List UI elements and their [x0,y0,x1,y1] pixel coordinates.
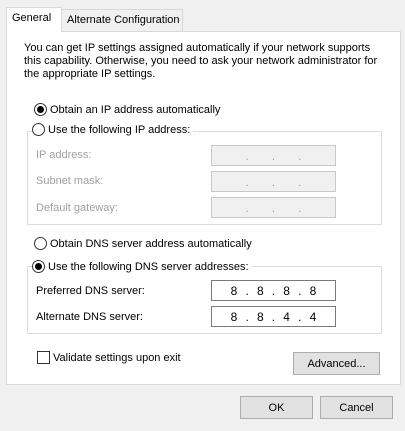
intro-text: You can get IP settings assigned automat… [24,42,378,80]
ok-button[interactable]: OK [240,396,313,419]
alternate-dns-label: Alternate DNS server: [36,311,143,323]
advanced-button[interactable]: Advanced... [293,352,380,375]
alternate-dns-octet-3: 4 [283,309,290,324]
ip-properties-dialog: General Alternate Configuration You can … [0,0,405,431]
use-following-ip-radio[interactable] [32,123,45,136]
preferred-dns-octet-1: 8 [230,283,238,298]
preferred-dns-octet-2: 8 [256,283,264,298]
obtain-dns-auto-option[interactable]: Obtain DNS server address automatically [34,237,252,250]
preferred-dns-input[interactable]: 8 . 8 . 8 . 8 [211,280,336,301]
obtain-dns-auto-label: Obtain DNS server address automatically [50,237,252,250]
tab-general[interactable]: General [6,7,62,32]
preferred-dns-octet-4: 8 [309,283,317,298]
subnet-mask-input: ... [211,171,336,192]
alternate-dns-octet-2: 8 [256,309,264,324]
ip-address-label: IP address: [36,149,92,161]
use-following-dns-option[interactable]: Use the following DNS server addresses: [32,260,252,273]
validate-settings-label: Validate settings upon exit [53,351,181,364]
obtain-ip-auto-option[interactable]: Obtain an IP address automatically [34,103,220,116]
use-following-dns-label: Use the following DNS server addresses: [48,260,249,273]
use-following-ip-label: Use the following IP address: [48,123,191,136]
preferred-dns-octet-3: 8 [283,283,290,298]
obtain-dns-auto-radio[interactable] [34,237,47,250]
obtain-ip-auto-radio[interactable] [34,103,47,116]
use-following-ip-option[interactable]: Use the following IP address: [32,123,194,136]
tab-alternate-configuration-label: Alternate Configuration [67,14,180,26]
tab-alternate-configuration[interactable]: Alternate Configuration [61,9,183,31]
tab-general-label: General [12,12,52,24]
subnet-mask-label: Subnet mask: [36,175,104,187]
default-gateway-label: Default gateway: [36,202,118,214]
alternate-dns-input[interactable]: 8 . 8 . 4 . 4 [211,306,336,327]
ok-button-label: OK [268,401,285,414]
use-following-dns-radio[interactable] [32,260,45,273]
obtain-ip-auto-label: Obtain an IP address automatically [50,103,221,116]
validate-settings-checkbox[interactable] [37,351,50,364]
validate-settings-option[interactable]: Validate settings upon exit [37,351,181,364]
ip-address-input: ... [211,145,336,166]
alternate-dns-octet-1: 8 [230,309,238,324]
preferred-dns-label: Preferred DNS server: [36,285,145,297]
cancel-button[interactable]: Cancel [320,396,393,419]
alternate-dns-octet-4: 4 [309,309,317,324]
advanced-button-label: Advanced... [307,357,366,370]
default-gateway-input: ... [211,197,336,218]
general-tab-page: You can get IP settings assigned automat… [6,31,401,385]
cancel-button-label: Cancel [339,401,374,414]
